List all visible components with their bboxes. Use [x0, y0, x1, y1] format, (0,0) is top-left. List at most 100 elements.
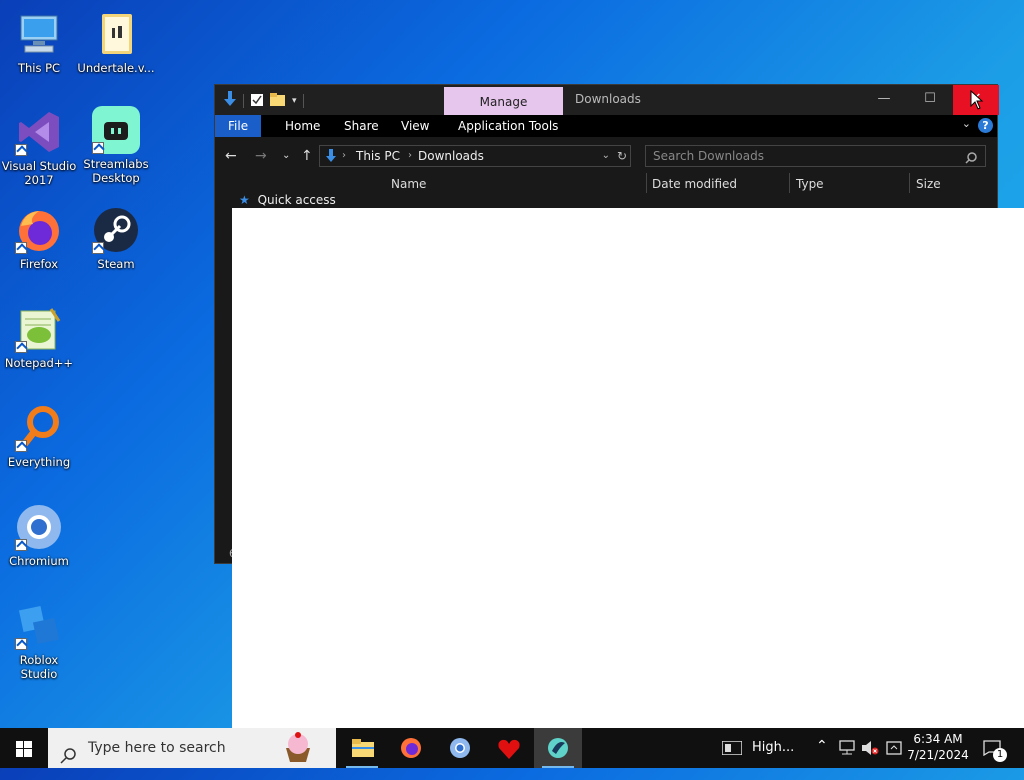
search-input[interactable]: Search Downloads: [645, 145, 986, 167]
firefox-icon: [400, 737, 422, 763]
desktop-icon-undertale[interactable]: Undertale.v...: [77, 10, 155, 75]
app-icon: [547, 737, 569, 763]
address-dropdown-icon[interactable]: ⌄: [602, 146, 610, 166]
desktop-icon-notepadpp[interactable]: Notepad++: [0, 305, 78, 370]
clock-time: 6:34 AM: [913, 732, 963, 746]
tab-home[interactable]: Home: [272, 115, 333, 137]
shortcut-arrow-icon: [92, 142, 104, 154]
nav-pane-quick-access[interactable]: ★ Quick access: [239, 193, 336, 207]
desktop-icon-label: Everything: [7, 455, 71, 469]
blank-overlay: [232, 208, 1024, 728]
maximize-button[interactable]: ☐: [907, 85, 953, 115]
search-placeholder: Search Downloads: [653, 149, 764, 163]
shortcut-arrow-icon: [92, 242, 104, 254]
recent-locations-icon[interactable]: ⌄: [282, 150, 290, 161]
column-divider[interactable]: [646, 173, 647, 193]
window-icon: [721, 740, 743, 758]
back-arrow-icon[interactable]: ←: [225, 148, 237, 164]
shortcut-arrow-icon: [15, 638, 27, 650]
chromium-icon: [449, 737, 471, 763]
notification-center-button[interactable]: 1: [978, 728, 1018, 768]
taskbar-undertale[interactable]: [485, 728, 533, 768]
column-date-modified[interactable]: Date modified: [652, 177, 737, 191]
breadcrumb-this-pc[interactable]: This PC: [356, 146, 400, 166]
desktop-icon-visual-studio[interactable]: Visual Studio 2017: [0, 108, 78, 187]
tab-share[interactable]: Share: [331, 115, 392, 137]
taskbar-chromium[interactable]: [436, 728, 484, 768]
computer-icon: [15, 10, 63, 58]
roblox-studio-icon: [15, 602, 63, 650]
clock[interactable]: 6:34 AM 7/21/2024: [905, 728, 971, 768]
tab-view[interactable]: View: [388, 115, 442, 137]
tab-manage[interactable]: Manage: [444, 87, 563, 115]
search-icon: [60, 740, 76, 780]
shortcut-arrow-icon: [15, 144, 27, 156]
notification-badge: 1: [993, 748, 1007, 762]
taskbar-search-box[interactable]: Type here to search: [48, 728, 336, 768]
desktop-icon-label: Undertale.v...: [77, 61, 155, 75]
taskbar-active-app[interactable]: [534, 728, 582, 768]
toolbar-divider: [243, 94, 244, 108]
desktop-icon-streamlabs[interactable]: Streamlabs Desktop: [77, 106, 155, 185]
customize-dropdown-icon[interactable]: ▾: [292, 96, 297, 106]
chromium-icon: [15, 503, 63, 551]
visual-studio-icon: [15, 108, 63, 156]
column-name[interactable]: Name: [391, 177, 426, 191]
desktop-icon-label: This PC: [17, 61, 61, 75]
desktop-icon-steam[interactable]: Steam: [77, 206, 155, 271]
minimize-button[interactable]: —: [861, 85, 907, 115]
taskbar-search-placeholder: Type here to search: [88, 740, 226, 756]
streamlabs-icon: [92, 106, 140, 154]
desktop-icon-label: Notepad++: [4, 356, 74, 370]
desktop-icon-label: Visual Studio 2017: [1, 159, 77, 187]
shortcut-arrow-icon: [15, 242, 27, 254]
refresh-icon[interactable]: ↻: [617, 146, 627, 166]
desktop-icon-roblox-studio[interactable]: Roblox Studio: [0, 602, 78, 681]
toolbar-divider: [302, 94, 304, 108]
mouse-cursor-icon: [970, 89, 984, 114]
desktop-icon-label: Roblox Studio: [19, 653, 59, 681]
shortcut-arrow-icon: [15, 341, 27, 353]
expand-ribbon-icon[interactable]: ⌄: [962, 117, 971, 130]
download-location-icon: [325, 149, 337, 169]
forward-arrow-icon[interactable]: →: [255, 148, 267, 164]
shortcut-arrow-icon: [15, 440, 27, 452]
ribbon-tabs: File Home Share View Application Tools ⌄…: [215, 115, 997, 137]
firefox-icon: [15, 206, 63, 254]
folder-file-icon: [92, 10, 140, 58]
tray-app-label: High...: [752, 740, 795, 755]
up-arrow-icon[interactable]: ↑: [301, 148, 313, 164]
title-bar[interactable]: ▾ Manage Downloads — ☐ ✕: [215, 85, 999, 115]
magnifier-icon: [15, 404, 63, 452]
column-divider[interactable]: [909, 173, 910, 193]
tab-application-tools[interactable]: Application Tools: [445, 115, 571, 137]
desktop-icon-chromium[interactable]: Chromium: [0, 503, 78, 568]
volume-muted-icon[interactable]: [861, 740, 879, 759]
network-icon[interactable]: [838, 740, 856, 759]
breadcrumb-downloads[interactable]: Downloads: [418, 146, 484, 166]
tab-file[interactable]: File: [215, 115, 262, 137]
address-bar[interactable]: › This PC › Downloads ⌄ ↻: [319, 145, 631, 167]
taskbar-file-explorer[interactable]: [338, 728, 386, 768]
breadcrumb-separator: ›: [408, 150, 412, 161]
desktop-icon-firefox[interactable]: Firefox: [0, 206, 78, 271]
column-divider[interactable]: [789, 173, 790, 193]
desktop-icon-everything[interactable]: Everything: [0, 404, 78, 469]
help-icon[interactable]: ?: [978, 118, 993, 133]
column-size[interactable]: Size: [916, 177, 941, 191]
action-icon[interactable]: [886, 740, 904, 759]
properties-icon[interactable]: [250, 92, 264, 111]
new-folder-icon[interactable]: [270, 92, 286, 111]
notepad-plus-plus-icon: [15, 305, 63, 353]
start-button[interactable]: [0, 728, 48, 768]
folder-icon: [352, 739, 374, 761]
desktop-icon-this-pc[interactable]: This PC: [0, 10, 78, 75]
download-arrow-icon: [223, 91, 237, 111]
taskbar-firefox[interactable]: [387, 728, 435, 768]
show-hidden-icons[interactable]: ⌃: [816, 738, 828, 754]
breadcrumb-separator: ›: [342, 150, 346, 161]
windows-logo-icon: [16, 741, 32, 761]
shortcut-arrow-icon: [15, 539, 27, 551]
column-type[interactable]: Type: [796, 177, 824, 191]
steam-icon: [92, 206, 140, 254]
